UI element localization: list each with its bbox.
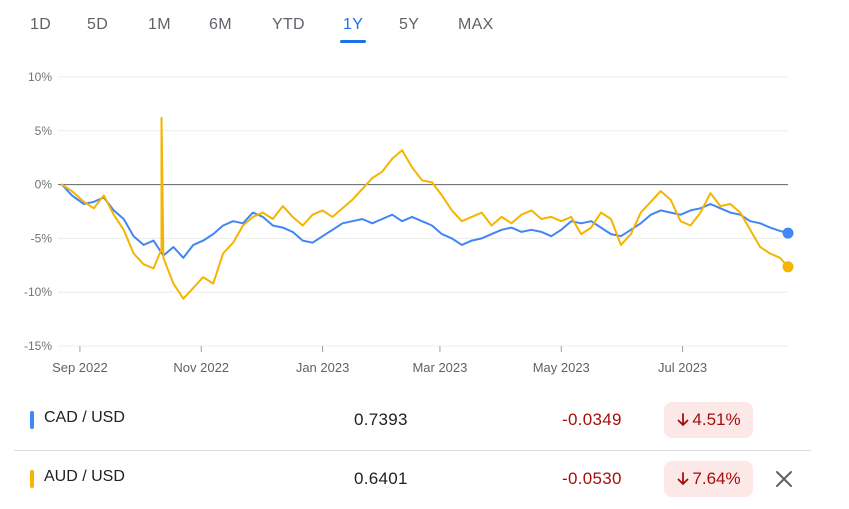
x-tick-label: Jul 2023 <box>658 360 707 375</box>
range-tabs: 1D 5D 1M 6M YTD 1Y 5Y MAX <box>0 0 849 50</box>
chart-series <box>61 116 794 300</box>
exchange-rate-value: 0.6401 <box>354 469 408 488</box>
exchange-rate-value: 0.7393 <box>354 410 408 429</box>
series-color-swatch <box>30 411 34 429</box>
change-value: -0.0530 <box>562 469 622 488</box>
series-color-swatch <box>30 470 34 488</box>
arrow-down-icon <box>677 413 689 426</box>
y-tick-label: -5% <box>31 231 53 245</box>
y-tick-label: 10% <box>28 70 52 84</box>
x-tick-label: Nov 2022 <box>173 360 229 375</box>
percent-change-value: 7.64% <box>692 469 741 488</box>
tab-ytd[interactable]: YTD <box>272 16 305 34</box>
tab-5d[interactable]: 5D <box>87 16 108 34</box>
y-tick-label: -10% <box>24 285 52 299</box>
comparison-row-aud[interactable]: AUD / USD 0.6401 -0.0530 7.64% <box>14 450 811 507</box>
arrow-down-icon <box>677 472 689 485</box>
series-line-aud-usd <box>61 116 789 300</box>
x-axis-ticks: Sep 2022 Nov 2022 Jan 2023 Mar 2023 May 2023… <box>52 346 707 375</box>
y-tick-label: -15% <box>24 339 52 353</box>
series-endpoint-cad-usd <box>782 227 794 239</box>
currency-pair-label: AUD / USD <box>44 468 125 485</box>
tab-1d[interactable]: 1D <box>30 16 51 34</box>
series-endpoint-aud-usd <box>782 261 794 273</box>
tab-6m[interactable]: 6M <box>209 16 232 34</box>
y-axis-ticks: 10% 5% 0% -5% -10% -15% <box>24 70 52 353</box>
exchange-rate-chart[interactable]: 10% 5% 0% -5% -10% -15% Sep 2022 Nov 2022 Jan 2… <box>0 60 849 380</box>
tab-max[interactable]: MAX <box>458 16 494 34</box>
remove-comparison-button[interactable] <box>770 465 798 493</box>
x-tick-label: Jan 2023 <box>296 360 350 375</box>
currency-pair-label: CAD / USD <box>44 409 125 426</box>
x-tick-label: Sep 2022 <box>52 360 108 375</box>
x-tick-label: May 2023 <box>533 360 590 375</box>
change-value: -0.0349 <box>562 410 622 429</box>
y-tick-label: 5% <box>35 124 53 138</box>
x-tick-label: Mar 2023 <box>412 360 467 375</box>
close-icon <box>776 471 792 487</box>
series-line-cad-usd <box>61 183 789 259</box>
percent-change-badge: 4.51% <box>664 402 753 438</box>
tab-1m[interactable]: 1M <box>148 16 171 34</box>
percent-change-badge: 7.64% <box>664 461 753 497</box>
tab-1y[interactable]: 1Y <box>339 16 367 43</box>
tab-5y[interactable]: 5Y <box>399 16 419 34</box>
chart-grid <box>58 76 788 347</box>
y-tick-label: 0% <box>35 178 53 192</box>
percent-change-value: 4.51% <box>692 410 741 429</box>
comparison-row-cad[interactable]: CAD / USD 0.7393 -0.0349 4.51% <box>14 392 811 448</box>
